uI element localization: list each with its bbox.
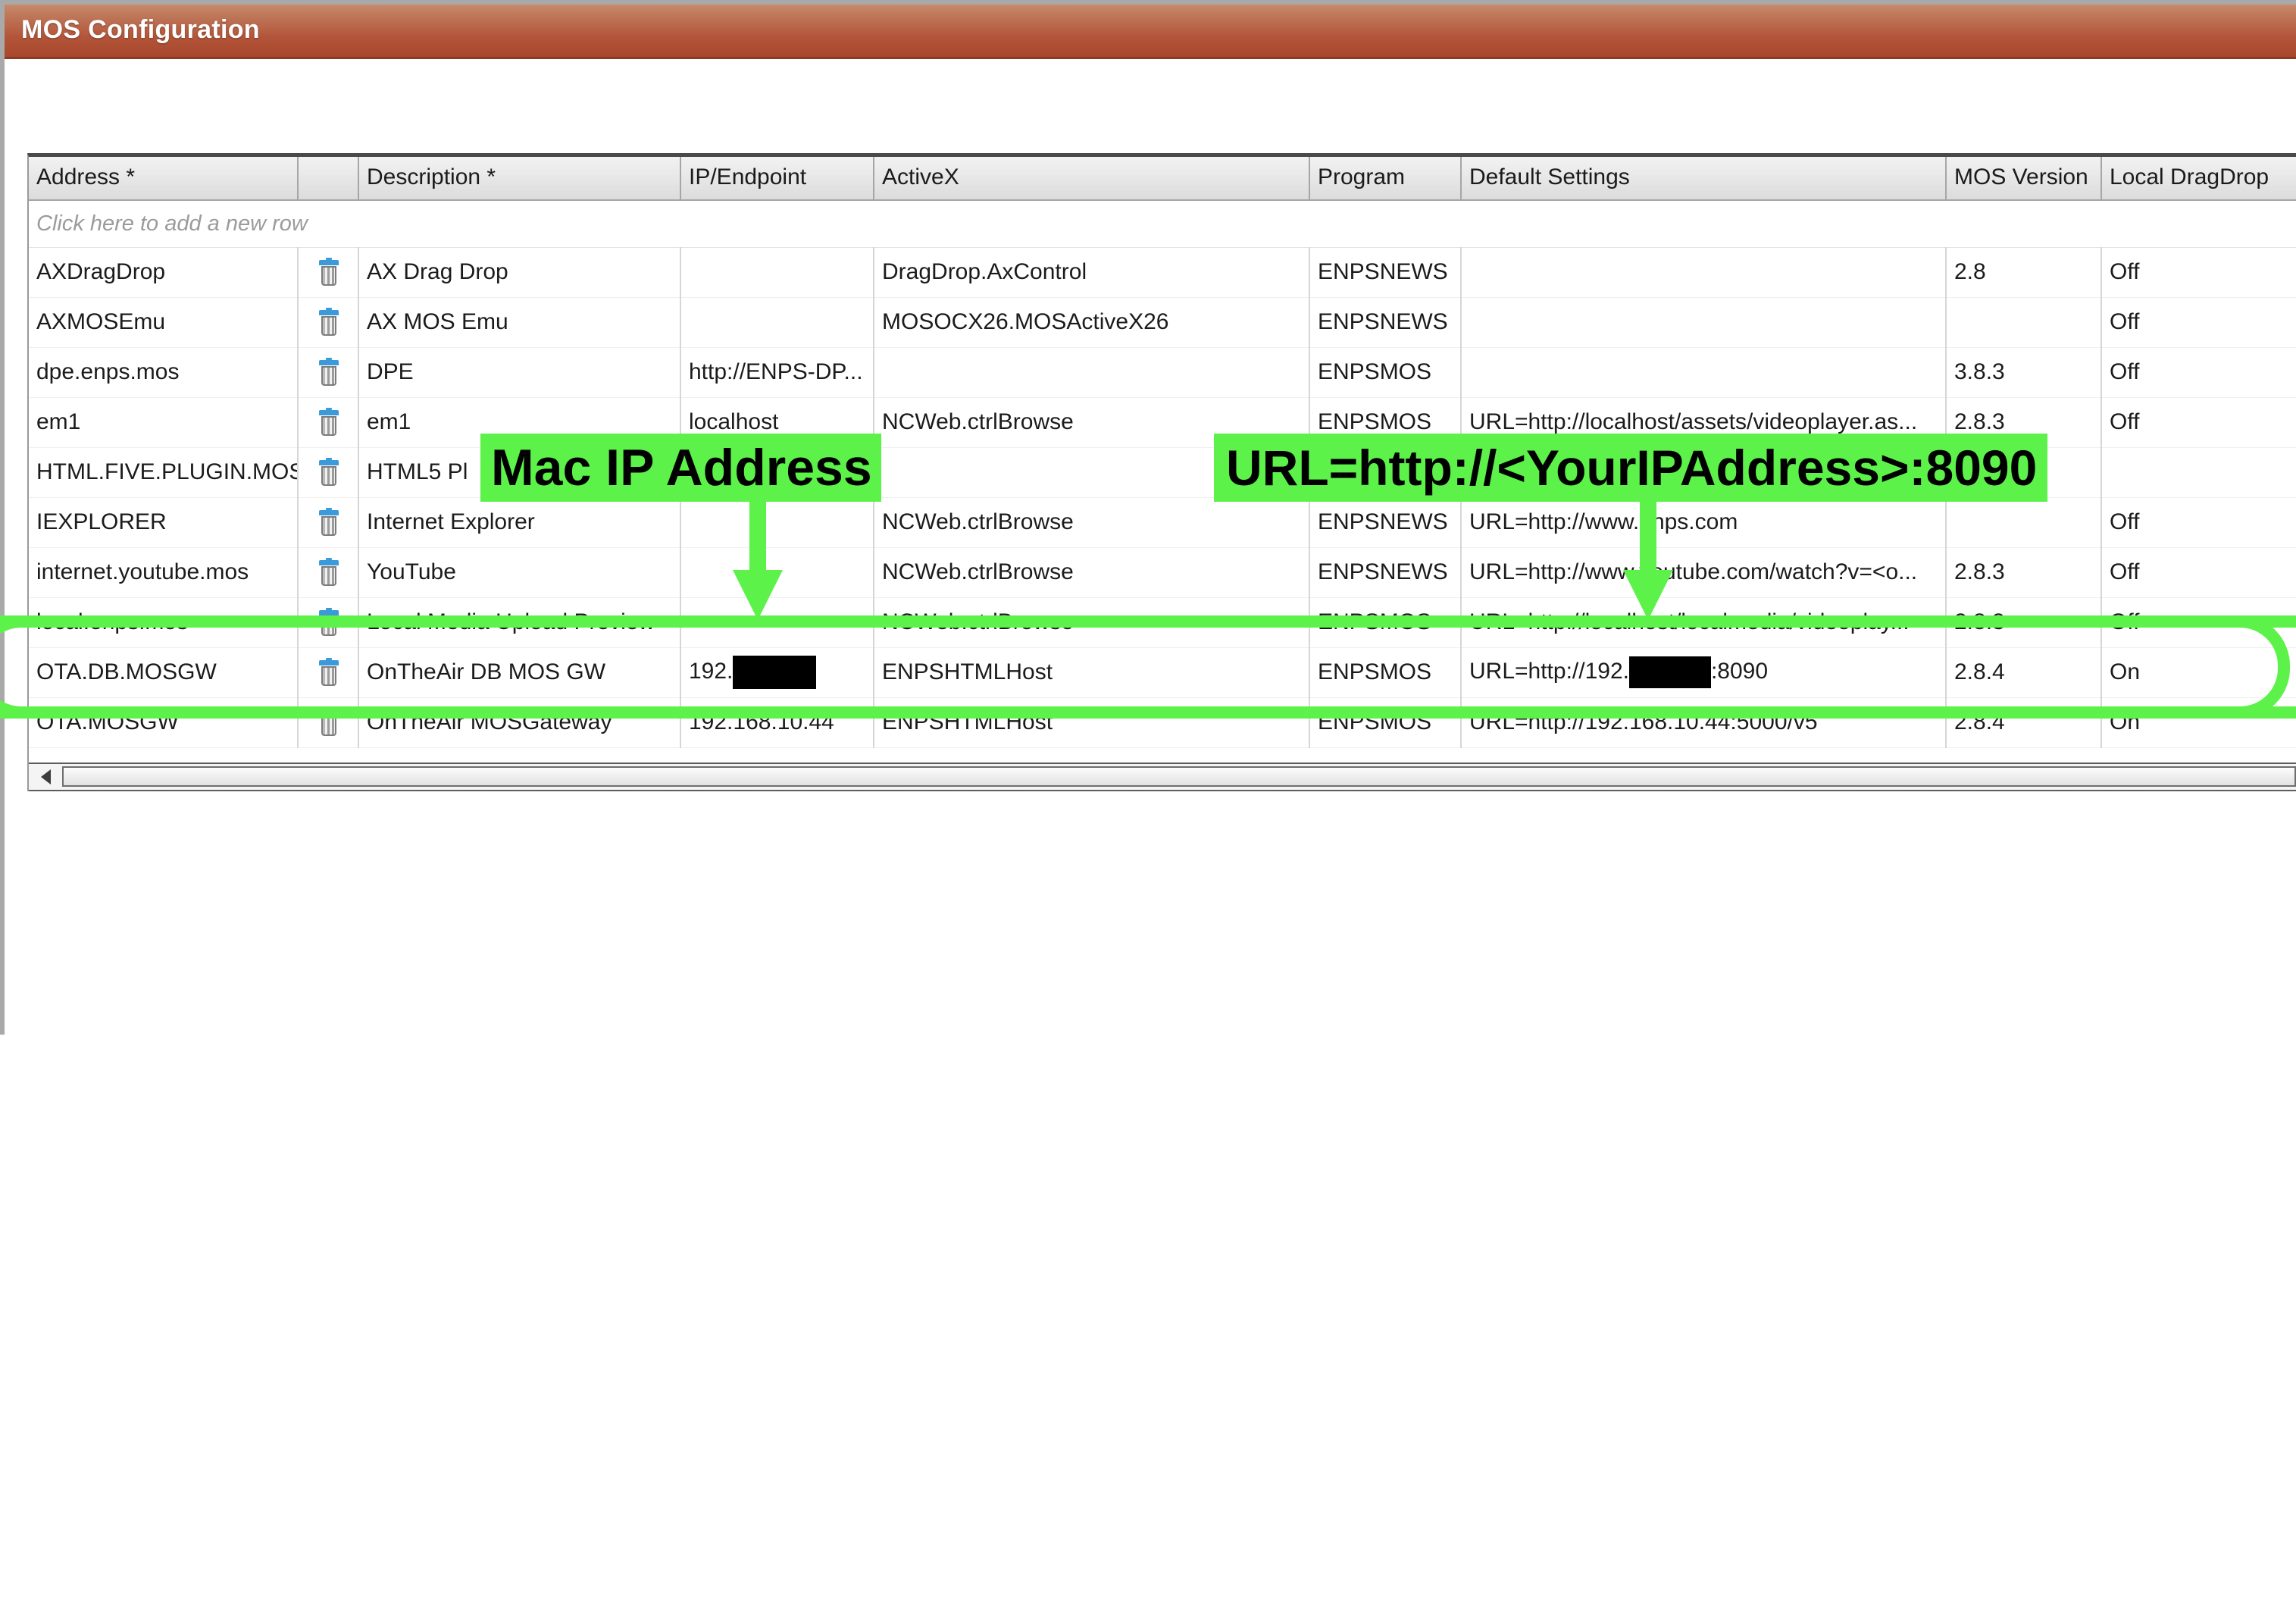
table-row[interactable]: IEXPLORER Internet Explorer NCWeb.ctrlBrow… [29,497,2296,548]
trash-icon[interactable] [319,507,339,536]
cell-activex[interactable]: DragDrop.AxControl [874,247,1310,298]
scrollbar-thumb[interactable] [62,766,2296,787]
window-titlebar: MOS Configuration [5,5,2296,59]
table-row[interactable]: AXDragDrop AX Drag Drop DragDrop.AxControl… [29,247,2296,298]
add-new-row[interactable]: Click here to add a new row [29,200,2296,248]
cell-dragdrop[interactable]: Off [2101,397,2296,448]
cell-address[interactable]: IEXPLORER [29,497,299,548]
trash-icon[interactable] [319,557,339,586]
column-header-default-settings[interactable]: Default Settings [1461,157,1947,201]
cell-settings[interactable] [1461,297,1947,348]
delete-row-button[interactable] [298,247,359,298]
cell-ip[interactable] [680,247,874,298]
trash-icon[interactable] [319,257,339,286]
delete-row-button[interactable] [298,447,359,498]
column-header-delete[interactable] [298,157,359,201]
cell-settings[interactable]: URL=http://www.youtube.com/watch?v=<o... [1461,547,1947,598]
cell-ip[interactable]: http://ENPS-DP... [680,347,874,398]
trash-icon[interactable] [319,407,339,436]
cell-mos[interactable]: 3.8.3 [1946,347,2102,398]
cell-mos[interactable]: 2.8.3 [1946,547,2102,598]
cell-address[interactable]: HTML.FIVE.PLUGIN.MOS [29,447,299,498]
table-header: Address * Description * IP/Endpoint Acti… [29,157,2296,201]
mos-configuration-window: MOS Configuration Address * Description … [0,0,2296,1035]
cell-description[interactable]: AX Drag Drop [358,247,681,298]
delete-row-button[interactable] [298,397,359,448]
callout-mac-ip-address: Mac IP Address [480,434,881,502]
cell-settings[interactable]: URL=http://www.enps.com [1461,497,1947,548]
horizontal-scrollbar[interactable] [29,763,2296,791]
cell-program[interactable]: ENPSNEWS [1309,497,1462,548]
column-header-activex[interactable]: ActiveX [874,157,1310,201]
highlight-row-outline [0,615,2290,719]
callout-url-your-ip-address: URL=http://<YourIPAddress>:8090 [1214,434,2048,502]
cell-activex[interactable]: MOSOCX26.MOSActiveX26 [874,297,1310,348]
column-header-program[interactable]: Program [1309,157,1462,201]
delete-row-button[interactable] [298,297,359,348]
cell-dragdrop[interactable] [2101,447,2296,498]
cell-description[interactable]: Internet Explorer [358,497,681,548]
cell-activex[interactable]: NCWeb.ctrlBrowse [874,497,1310,548]
cell-mos[interactable]: 2.8 [1946,247,2102,298]
cell-settings[interactable] [1461,247,1947,298]
add-new-row-hint[interactable]: Click here to add a new row [29,200,2296,248]
cell-dragdrop[interactable]: Off [2101,347,2296,398]
column-header-mos-version[interactable]: MOS Version [1946,157,2102,201]
trash-icon[interactable] [319,357,339,386]
cell-description[interactable]: DPE [358,347,681,398]
cell-dragdrop[interactable]: Off [2101,497,2296,548]
arrow-down-icon-left [733,500,783,620]
cell-settings[interactable] [1461,347,1947,398]
cell-program[interactable]: ENPSMOS [1309,347,1462,398]
column-header-description[interactable]: Description * [358,157,681,201]
screenshot-root: MOS Configuration Address * Description … [0,0,2296,1619]
cell-address[interactable]: AXDragDrop [29,247,299,298]
cell-address[interactable]: AXMOSEmu [29,297,299,348]
scroll-left-button[interactable] [29,764,62,790]
cell-program[interactable]: ENPSNEWS [1309,247,1462,298]
cell-program[interactable]: ENPSNEWS [1309,297,1462,348]
cell-dragdrop[interactable]: Off [2101,547,2296,598]
delete-row-button[interactable] [298,547,359,598]
cell-description[interactable]: YouTube [358,547,681,598]
cell-dragdrop[interactable]: Off [2101,247,2296,298]
column-header-local-dragdrop[interactable]: Local DragDrop [2101,157,2296,201]
cell-address[interactable]: em1 [29,397,299,448]
table-row[interactable]: dpe.enps.mos DPE http://ENPS-DP... ENPSMOS 3… [29,347,2296,398]
cell-address[interactable]: dpe.enps.mos [29,347,299,398]
cell-ip[interactable] [680,297,874,348]
column-header-address[interactable]: Address * [29,157,299,201]
cell-mos[interactable] [1946,497,2102,548]
cell-activex[interactable]: NCWeb.ctrlBrowse [874,547,1310,598]
cell-address[interactable]: internet.youtube.mos [29,547,299,598]
cell-mos[interactable] [1946,297,2102,348]
cell-description[interactable]: AX MOS Emu [358,297,681,348]
cell-dragdrop[interactable]: Off [2101,297,2296,348]
table-row[interactable]: internet.youtube.mos YouTube NCWeb.ctrlBro… [29,547,2296,598]
delete-row-button[interactable] [298,497,359,548]
column-header-ip-endpoint[interactable]: IP/Endpoint [680,157,874,201]
triangle-left-icon [40,769,51,784]
trash-icon[interactable] [319,457,339,486]
window-title: MOS Configuration [21,15,260,44]
arrow-down-icon-right [1623,500,1673,620]
cell-activex[interactable] [874,347,1310,398]
table-row[interactable]: AXMOSEmu AX MOS Emu MOSOCX26.MOSActiveX26 E… [29,297,2296,348]
cell-program[interactable]: ENPSNEWS [1309,547,1462,598]
delete-row-button[interactable] [298,347,359,398]
header-row: Address * Description * IP/Endpoint Acti… [29,157,2296,201]
trash-icon[interactable] [319,307,339,336]
